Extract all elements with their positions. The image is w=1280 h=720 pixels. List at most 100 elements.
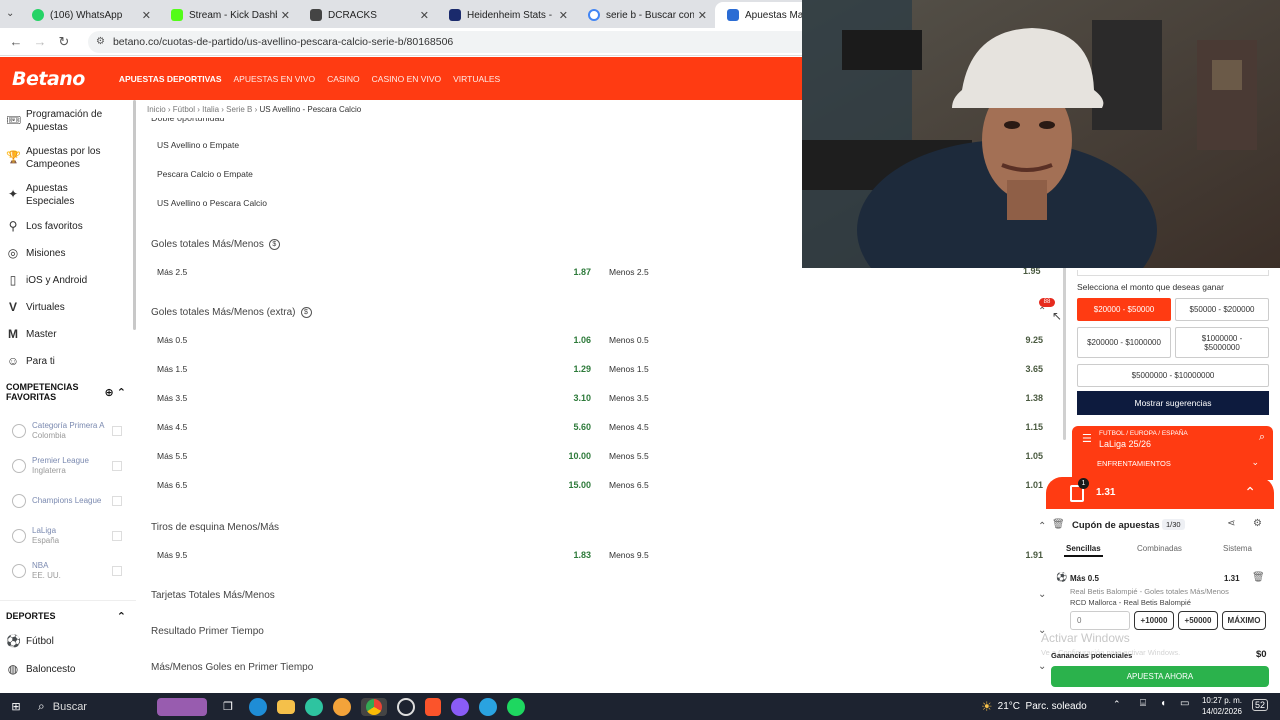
back-arrow-icon[interactable]: ← bbox=[4, 34, 28, 49]
quick-stake-50000[interactable]: +50000 bbox=[1178, 611, 1218, 630]
breadcrumb-item[interactable]: Fútbol bbox=[173, 105, 195, 114]
battery-icon[interactable]: ▭ bbox=[1180, 698, 1189, 709]
widget-icon[interactable] bbox=[157, 697, 207, 716]
under-label[interactable]: Menos 0.5 bbox=[609, 335, 649, 345]
browser-tab[interactable]: serie b - Buscar con Goog ✕ bbox=[576, 2, 715, 28]
close-tab-icon[interactable]: ✕ bbox=[559, 9, 568, 22]
sidebar-item-ios-android[interactable]: ▯ iOS y Android bbox=[0, 274, 87, 287]
under-label[interactable]: Menos 3.5 bbox=[609, 393, 649, 403]
favorite-competition[interactable]: Premier League Inglaterra bbox=[0, 448, 136, 483]
browser-tab[interactable]: DCRACKS ✕ bbox=[298, 2, 437, 28]
sidebar-item-favoritos[interactable]: ⚲ Los favoritos bbox=[0, 220, 83, 233]
forward-arrow-icon[interactable]: → bbox=[28, 34, 52, 49]
chrome-icon[interactable] bbox=[361, 697, 387, 716]
expand-chevron-icon[interactable]: ⌄ bbox=[1038, 589, 1046, 600]
share-icon[interactable]: ⋖ bbox=[1227, 518, 1235, 529]
over-odd[interactable]: 10.00 bbox=[531, 451, 591, 461]
over-odd[interactable]: 15.00 bbox=[531, 480, 591, 490]
favorite-competition[interactable]: Champions League bbox=[0, 483, 136, 518]
tab-list-icon[interactable]: ⌄ bbox=[6, 8, 14, 19]
over-odd[interactable]: 5.60 bbox=[531, 422, 591, 432]
under-label[interactable]: Menos 2.5 bbox=[609, 267, 649, 277]
league-name[interactable]: LaLiga 25/26 bbox=[1099, 439, 1151, 449]
amount-option[interactable]: $1000000 - $5000000 bbox=[1175, 327, 1269, 358]
matchups-label[interactable]: ENFRENTAMIENTOS bbox=[1097, 459, 1171, 468]
selection-label[interactable]: Pescara Calcio o Empate bbox=[157, 169, 253, 179]
sidebar-item-para-ti[interactable]: ☺ Para ti bbox=[0, 355, 55, 368]
close-tab-icon[interactable]: ✕ bbox=[142, 9, 151, 22]
trash-icon[interactable]: 🗑 bbox=[1252, 572, 1265, 583]
favorite-checkbox[interactable] bbox=[112, 565, 122, 576]
tray-chevron-icon[interactable]: ⌃ bbox=[1113, 699, 1121, 710]
favorite-competition[interactable]: LaLiga España bbox=[0, 518, 136, 553]
task-view-icon[interactable]: ❐ bbox=[217, 698, 239, 716]
network-icon[interactable]: ⌸ bbox=[1140, 698, 1146, 709]
chevron-down-icon[interactable]: ⌄ bbox=[1251, 457, 1259, 468]
expand-chevron-icon[interactable]: ⌄ bbox=[1038, 661, 1046, 672]
amount-option[interactable]: $200000 - $1000000 bbox=[1077, 327, 1171, 358]
market-title-double-chance[interactable]: Doble oportunidad bbox=[151, 118, 225, 123]
tab-sencillas[interactable]: Sencillas bbox=[1064, 544, 1103, 557]
chevron-up-icon[interactable]: ⌃ bbox=[117, 610, 126, 623]
under-odd[interactable]: 1.01 bbox=[983, 480, 1043, 490]
brave-icon[interactable] bbox=[425, 697, 441, 716]
place-bet-button[interactable]: APUESTA AHORA bbox=[1051, 666, 1269, 687]
favorite-competition[interactable]: NBA EE. UU. bbox=[0, 553, 136, 588]
nav-apuestas-deportivas[interactable]: APUESTAS DEPORTIVAS bbox=[119, 74, 222, 84]
chevron-up-icon[interactable]: ⌃ bbox=[1244, 484, 1256, 501]
quick-stake-10000[interactable]: +10000 bbox=[1134, 611, 1174, 630]
sidebar-item-misiones[interactable]: ◎ Misiones bbox=[0, 247, 66, 260]
browser-tab[interactable]: Heidenheim Stats - Shots ✕ bbox=[437, 2, 576, 28]
site-info-icon[interactable]: ⚙ bbox=[96, 36, 105, 47]
under-label[interactable]: Menos 5.5 bbox=[609, 451, 649, 461]
breadcrumb-item[interactable]: Italia bbox=[202, 105, 219, 114]
market-title-cards[interactable]: Tarjetas Totales Más/Menos bbox=[151, 590, 275, 601]
over-label[interactable]: Más 5.5 bbox=[157, 451, 187, 461]
show-suggestions-button[interactable]: Mostrar sugerencias bbox=[1077, 391, 1269, 415]
under-label[interactable]: Menos 1.5 bbox=[609, 364, 649, 374]
sidebar-item-programacion[interactable]: 🎟 Programación de Apuestas bbox=[0, 107, 116, 134]
gear-icon[interactable]: ⚙ bbox=[1253, 518, 1262, 529]
breadcrumb-item[interactable]: Inicio bbox=[147, 105, 166, 114]
under-odd[interactable]: 9.25 bbox=[983, 335, 1043, 345]
favorite-competition[interactable]: Categoría Primera A Colombia bbox=[0, 413, 136, 448]
search-icon[interactable]: ⌕ bbox=[1259, 431, 1265, 444]
close-tab-icon[interactable]: ✕ bbox=[281, 9, 290, 22]
competitions-header[interactable]: COMPETENCIAS FAVORITAS ⊕ ⌃ bbox=[0, 381, 136, 403]
notification-count[interactable]: 52 bbox=[1252, 699, 1269, 711]
sidebar-sport-futbol[interactable]: ⚽ Fútbol bbox=[0, 635, 54, 648]
app-icon[interactable] bbox=[333, 697, 351, 716]
nav-casino[interactable]: CASINO bbox=[327, 74, 360, 84]
trash-icon[interactable]: 🗑 bbox=[1052, 519, 1065, 530]
selection-label[interactable]: US Avellino o Pescara Calcio bbox=[157, 198, 267, 208]
over-label[interactable]: Más 3.5 bbox=[157, 393, 187, 403]
over-odd[interactable]: 1.83 bbox=[531, 550, 591, 560]
markets-scrollbar[interactable] bbox=[1063, 250, 1066, 440]
browser-tab[interactable]: Stream - Kick Dashboard ✕ bbox=[159, 2, 298, 28]
under-odd[interactable]: 1.38 bbox=[983, 393, 1043, 403]
clock[interactable]: 10:27 p. m. 14/02/2026 bbox=[1200, 695, 1244, 717]
market-title-corners[interactable]: Tiros de esquina Menos/Más bbox=[151, 522, 279, 533]
betano-logo[interactable]: Betano bbox=[12, 68, 85, 90]
under-odd[interactable]: 3.65 bbox=[983, 364, 1043, 374]
favorite-checkbox[interactable] bbox=[112, 530, 122, 541]
taskbar-search[interactable]: ⌕ Buscar bbox=[32, 693, 152, 720]
browser-tab[interactable]: (106) WhatsApp ✕ bbox=[20, 2, 159, 28]
quick-stake-max[interactable]: MÁXIMO bbox=[1222, 611, 1266, 630]
close-tab-icon[interactable]: ✕ bbox=[420, 9, 429, 22]
over-label[interactable]: Más 0.5 bbox=[157, 335, 187, 345]
under-label[interactable]: Menos 4.5 bbox=[609, 422, 649, 432]
amount-option-selected[interactable]: $20000 - $50000 bbox=[1077, 298, 1171, 321]
telegram-icon[interactable] bbox=[479, 697, 497, 716]
market-title-goals[interactable]: Goles totales Más/Menos $ bbox=[151, 239, 280, 250]
betslip-bar[interactable]: 1 1.31 ⌃ bbox=[1046, 477, 1274, 509]
info-icon[interactable]: $ bbox=[300, 307, 312, 318]
menu-icon[interactable]: ☰ bbox=[1082, 432, 1092, 445]
reload-icon[interactable]: ↻ bbox=[52, 34, 76, 50]
add-chevron-up-icon[interactable]: ⊕ ⌃ bbox=[105, 386, 127, 399]
over-label[interactable]: Más 1.5 bbox=[157, 364, 187, 374]
app2-icon[interactable] bbox=[451, 697, 469, 716]
under-odd[interactable]: 1.91 bbox=[983, 550, 1043, 560]
favorite-checkbox[interactable] bbox=[112, 425, 122, 436]
over-label[interactable]: Más 9.5 bbox=[157, 550, 187, 560]
